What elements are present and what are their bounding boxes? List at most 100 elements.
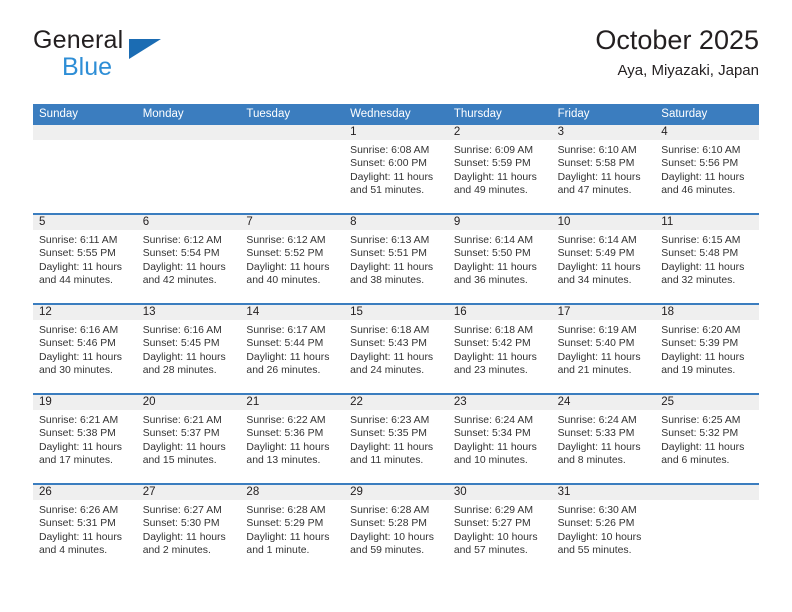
day-cell-empty xyxy=(136,125,241,213)
daylight-text-line2: and 49 minutes. xyxy=(453,185,528,197)
day-cell[interactable]: 21 Sunrise: 6:22 AM Sunset: 5:36 PM Dayligh… xyxy=(240,395,345,483)
day-number: 29 xyxy=(350,486,363,498)
calendar-grid: Sunday Monday Tuesday Wednesday Thursday… xyxy=(33,104,759,573)
daylight-text-line1: Daylight: 11 hours xyxy=(142,531,226,543)
day-cell[interactable]: 15 Sunrise: 6:18 AM Sunset: 5:43 PM Dayligh… xyxy=(344,305,448,393)
day-cell[interactable]: 9 Sunrise: 6:14 AM Sunset: 5:50 PM Daylight… xyxy=(447,215,552,303)
day-cell[interactable]: 13 Sunrise: 6:16 AM Sunset: 5:45 PM Dayligh… xyxy=(136,305,241,393)
day-number-band: 29 xyxy=(344,485,448,500)
day-cell[interactable]: 8 Sunrise: 6:13 AM Sunset: 5:51 PM Daylight… xyxy=(344,215,448,303)
day-number: 7 xyxy=(246,216,253,228)
day-cell[interactable]: 11 Sunrise: 6:15 AM Sunset: 5:48 PM Dayligh… xyxy=(655,215,759,303)
day-sun-info: Sunrise: 6:11 AM Sunset: 5:55 PM Daylight:… xyxy=(33,230,137,288)
daylight-text-line2: and 42 minutes. xyxy=(142,275,217,287)
day-number: 4 xyxy=(661,126,668,138)
day-number: 23 xyxy=(453,396,467,408)
daylight-text-line1: Daylight: 11 hours xyxy=(557,351,641,363)
day-cell[interactable]: 27 Sunrise: 6:27 AM Sunset: 5:30 PM Dayligh… xyxy=(136,485,241,573)
sunrise-text: Sunrise: 6:15 AM xyxy=(661,235,741,246)
calendar-weeks: 1 Sunrise: 6:08 AM Sunset: 6:00 PM Daylight… xyxy=(33,125,759,573)
day-number: 1 xyxy=(350,126,357,138)
day-number-band: 24 xyxy=(551,395,656,410)
day-cell[interactable]: 6 Sunrise: 6:12 AM Sunset: 5:54 PM Daylight… xyxy=(136,215,241,303)
sunrise-text: Sunrise: 6:22 AM xyxy=(246,415,326,426)
sunrise-text: Sunrise: 6:21 AM xyxy=(142,415,222,426)
day-number-band: 11 xyxy=(655,215,759,230)
day-sun-info: Sunrise: 6:19 AM Sunset: 5:40 PM Daylight:… xyxy=(552,320,656,378)
title-block: October 2025 Aya, Miyazaki, Japan xyxy=(595,25,759,79)
sunrise-text: Sunrise: 6:09 AM xyxy=(453,145,533,156)
day-cell[interactable]: 28 Sunrise: 6:28 AM Sunset: 5:29 PM Dayligh… xyxy=(240,485,345,573)
day-cell[interactable]: 25 Sunrise: 6:25 AM Sunset: 5:32 PM Dayligh… xyxy=(655,395,759,483)
day-number-band: 21 xyxy=(240,395,345,410)
sunrise-text: Sunrise: 6:24 AM xyxy=(557,415,637,426)
page-subtitle: Aya, Miyazaki, Japan xyxy=(617,62,759,80)
day-cell[interactable]: 4 Sunrise: 6:10 AM Sunset: 5:56 PM Daylight… xyxy=(655,125,759,213)
day-number: 27 xyxy=(142,486,156,498)
day-cell[interactable]: 22 Sunrise: 6:23 AM Sunset: 5:35 PM Dayligh… xyxy=(344,395,448,483)
calendar-week-row: 26 Sunrise: 6:26 AM Sunset: 5:31 PM Dayligh… xyxy=(33,483,759,573)
day-number: 24 xyxy=(557,396,571,408)
day-number-band: 4 xyxy=(655,125,759,140)
daylight-text-line2: and 24 minutes. xyxy=(350,365,425,377)
daylight-text-line1: Daylight: 10 hours xyxy=(350,531,434,543)
day-number: 12 xyxy=(39,306,52,318)
day-cell[interactable]: 19 Sunrise: 6:21 AM Sunset: 5:38 PM Dayligh… xyxy=(33,395,137,483)
day-sun-info: Sunrise: 6:29 AM Sunset: 5:27 PM Daylight:… xyxy=(448,500,552,558)
day-number-band: 28 xyxy=(240,485,345,500)
day-cell[interactable]: 10 Sunrise: 6:14 AM Sunset: 5:49 PM Dayligh… xyxy=(551,215,656,303)
sunset-text: Sunset: 5:28 PM xyxy=(350,518,427,530)
daylight-text-line1: Daylight: 11 hours xyxy=(39,351,122,363)
day-sun-info: Sunrise: 6:16 AM Sunset: 5:46 PM Daylight:… xyxy=(33,320,137,378)
day-cell[interactable]: 2 Sunrise: 6:09 AM Sunset: 5:59 PM Daylight… xyxy=(447,125,552,213)
day-cell[interactable]: 17 Sunrise: 6:19 AM Sunset: 5:40 PM Dayligh… xyxy=(551,305,656,393)
day-cell[interactable]: 16 Sunrise: 6:18 AM Sunset: 5:42 PM Dayligh… xyxy=(447,305,552,393)
sunrise-text: Sunrise: 6:16 AM xyxy=(39,325,119,336)
day-number-band xyxy=(33,125,137,140)
sunrise-text: Sunrise: 6:14 AM xyxy=(453,235,533,246)
general-blue-logo[interactable]: General Blue xyxy=(33,28,293,90)
day-number: 3 xyxy=(557,126,564,138)
sunset-text: Sunset: 5:56 PM xyxy=(661,158,739,170)
day-cell[interactable]: 1 Sunrise: 6:08 AM Sunset: 6:00 PM Daylight… xyxy=(344,125,448,213)
day-cell[interactable]: 20 Sunrise: 6:21 AM Sunset: 5:37 PM Dayligh… xyxy=(136,395,241,483)
day-cell[interactable]: 30 Sunrise: 6:29 AM Sunset: 5:27 PM Dayligh… xyxy=(447,485,552,573)
sunset-text: Sunset: 5:27 PM xyxy=(453,518,531,530)
daylight-text-line1: Daylight: 11 hours xyxy=(39,261,122,273)
sunset-text: Sunset: 5:38 PM xyxy=(39,428,116,440)
calendar-page: General Blue October 2025 Aya, Miyazaki,… xyxy=(0,0,792,612)
sunrise-text: Sunrise: 6:08 AM xyxy=(350,145,430,156)
day-cell[interactable]: 3 Sunrise: 6:10 AM Sunset: 5:58 PM Daylight… xyxy=(551,125,656,213)
daylight-text-line1: Daylight: 11 hours xyxy=(453,261,537,273)
day-cell[interactable]: 12 Sunrise: 6:16 AM Sunset: 5:46 PM Dayligh… xyxy=(33,305,137,393)
day-number: 14 xyxy=(246,306,260,318)
weekday-thursday: Thursday xyxy=(453,108,502,120)
day-cell[interactable]: 7 Sunrise: 6:12 AM Sunset: 5:52 PM Daylight… xyxy=(240,215,345,303)
day-cell[interactable]: 5 Sunrise: 6:11 AM Sunset: 5:55 PM Daylight… xyxy=(33,215,137,303)
daylight-text-line1: Daylight: 10 hours xyxy=(557,531,642,543)
day-number-band: 16 xyxy=(447,305,552,320)
day-cell[interactable]: 24 Sunrise: 6:24 AM Sunset: 5:33 PM Dayligh… xyxy=(551,395,656,483)
day-number: 13 xyxy=(142,306,156,318)
sunrise-text: Sunrise: 6:12 AM xyxy=(142,235,222,246)
day-cell[interactable]: 18 Sunrise: 6:20 AM Sunset: 5:39 PM Dayligh… xyxy=(655,305,759,393)
day-cell[interactable]: 26 Sunrise: 6:26 AM Sunset: 5:31 PM Dayligh… xyxy=(33,485,137,573)
day-number-band: 23 xyxy=(447,395,552,410)
day-cell[interactable]: 29 Sunrise: 6:28 AM Sunset: 5:28 PM Dayligh… xyxy=(344,485,448,573)
day-number-band: 13 xyxy=(136,305,241,320)
sunset-text: Sunset: 5:46 PM xyxy=(39,338,116,350)
sunrise-text: Sunrise: 6:16 AM xyxy=(142,325,222,336)
daylight-text-line1: Daylight: 11 hours xyxy=(246,441,330,453)
sunrise-text: Sunrise: 6:28 AM xyxy=(246,505,326,516)
day-number: 18 xyxy=(661,306,675,318)
day-cell[interactable]: 31 Sunrise: 6:30 AM Sunset: 5:26 PM Dayligh… xyxy=(551,485,656,573)
daylight-text-line1: Daylight: 11 hours xyxy=(661,441,745,453)
sunrise-text: Sunrise: 6:17 AM xyxy=(246,325,326,336)
day-number-band: 8 xyxy=(344,215,448,230)
day-sun-info: Sunrise: 6:14 AM Sunset: 5:49 PM Daylight:… xyxy=(552,230,656,288)
sunrise-text: Sunrise: 6:25 AM xyxy=(661,415,741,426)
day-number: 2 xyxy=(453,126,461,138)
day-cell[interactable]: 14 Sunrise: 6:17 AM Sunset: 5:44 PM Dayligh… xyxy=(240,305,345,393)
day-number: 25 xyxy=(661,396,675,408)
day-cell[interactable]: 23 Sunrise: 6:24 AM Sunset: 5:34 PM Dayligh… xyxy=(447,395,552,483)
